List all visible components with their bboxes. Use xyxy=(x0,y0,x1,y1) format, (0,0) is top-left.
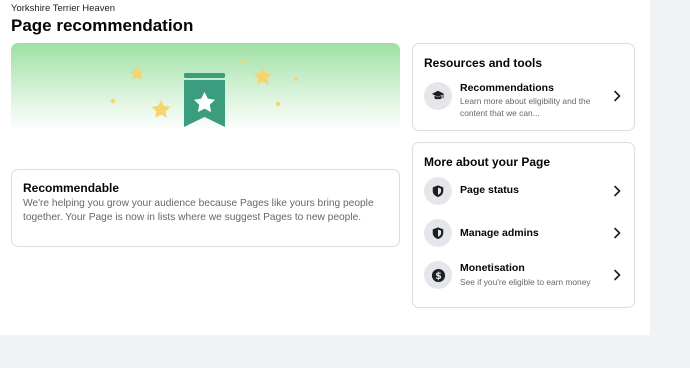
monetisation-description: See if you're eligible to earn money xyxy=(460,277,591,287)
page-name: Yorkshire Terrier Heaven xyxy=(11,3,116,14)
chevron-right-icon xyxy=(614,90,621,102)
chevron-right-icon xyxy=(614,269,621,281)
shield-icon xyxy=(424,177,452,205)
star-icon xyxy=(253,67,273,85)
manage-admins-label: Manage admins xyxy=(460,227,539,239)
resources-card: Resources and tools Recommendations Lear… xyxy=(412,43,635,131)
recommendable-card: Recommendable We're helping you grow you… xyxy=(11,169,400,247)
sparkle xyxy=(275,101,281,107)
page-status-label: Page status xyxy=(460,184,519,196)
shield-icon xyxy=(424,219,452,247)
more-about-page-card: More about your Page Page status Manage xyxy=(412,142,635,308)
star-icon xyxy=(151,100,171,118)
page-title: Page recommendation xyxy=(11,16,194,35)
resources-title: Resources and tools xyxy=(424,56,543,70)
sparkle xyxy=(110,98,116,104)
recommendations-link[interactable]: Recommendations Learn more about eligibi… xyxy=(424,81,624,118)
dollar-icon: $ xyxy=(424,261,452,289)
manage-admins-link[interactable]: Manage admins xyxy=(424,218,624,248)
more-title: More about your Page xyxy=(424,155,551,169)
sparkle xyxy=(241,60,245,64)
star-icon xyxy=(129,66,145,80)
page-content: Yorkshire Terrier Heaven Page recommenda… xyxy=(0,0,650,335)
sparkle xyxy=(294,77,298,81)
hero-banner xyxy=(11,43,400,131)
graduation-cap-icon xyxy=(424,82,452,110)
recommendations-description: Learn more about eligibility and the con… xyxy=(460,96,591,118)
page-status-link[interactable]: Page status xyxy=(424,176,624,206)
recommendations-label: Recommendations xyxy=(460,82,554,94)
recommendable-description: We're helping you grow your audience bec… xyxy=(23,198,374,223)
badge-top xyxy=(184,73,225,78)
svg-text:$: $ xyxy=(435,270,442,281)
hero-illustration xyxy=(110,60,298,127)
chevron-right-icon xyxy=(614,185,621,197)
recommendable-title: Recommendable xyxy=(23,181,120,195)
chevron-right-icon xyxy=(614,227,621,239)
monetisation-label: Monetisation xyxy=(460,262,525,274)
monetisation-link[interactable]: $ Monetisation See if you're eligible to… xyxy=(424,260,624,290)
